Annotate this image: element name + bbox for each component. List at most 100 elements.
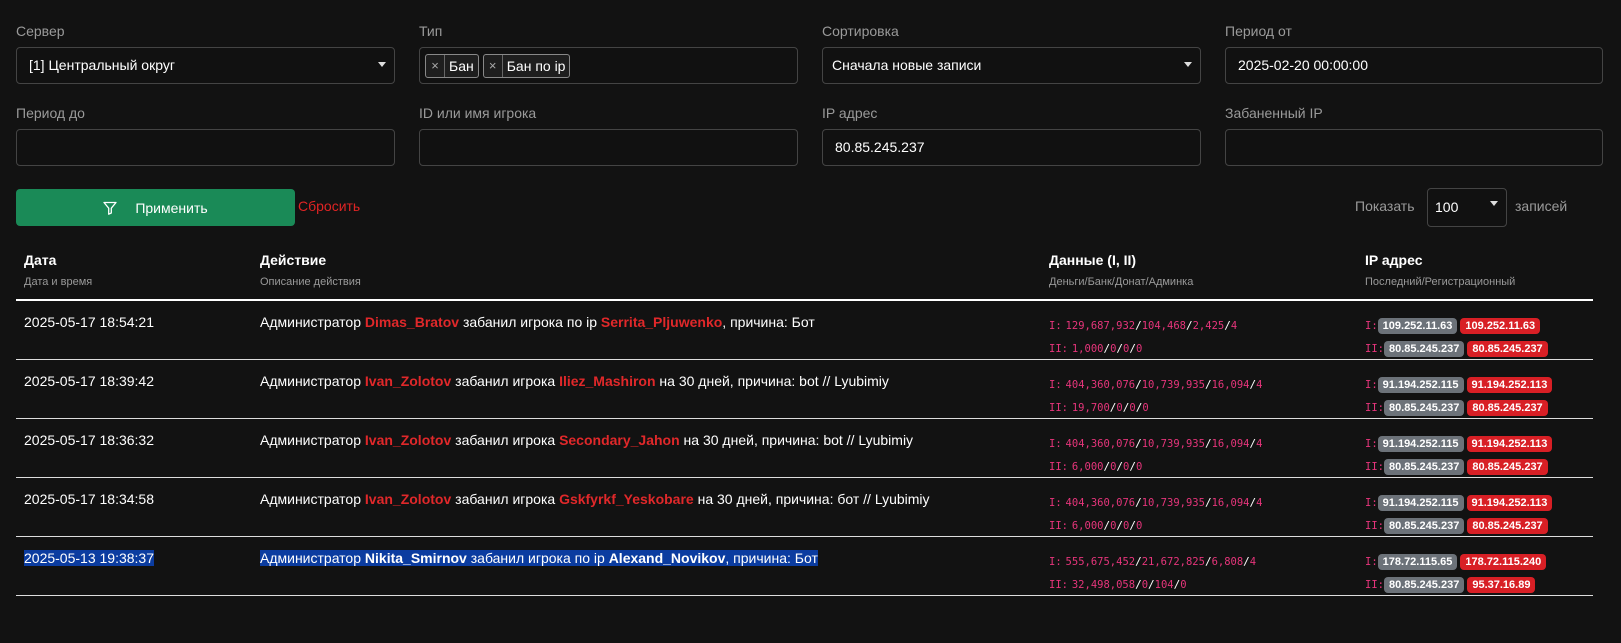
- admin-name[interactable]: Dimas_Bratov: [365, 314, 459, 330]
- reset-link[interactable]: Сбросить: [298, 198, 360, 214]
- player-name[interactable]: Alexand_Novikov: [609, 550, 726, 566]
- table-row: 2025-05-17 18:39:42 Администратор Ivan_Z…: [16, 361, 1593, 419]
- records-label: записей: [1515, 198, 1568, 214]
- data-value: 404,360,076: [1065, 497, 1136, 509]
- ip-reg-badge[interactable]: 178.72.115.240: [1460, 554, 1547, 570]
- chevron-down-icon: [1490, 201, 1498, 206]
- period-from-input[interactable]: 2025-02-20 00:00:00: [1225, 47, 1603, 84]
- row-data: I: 404,360,076/10,739,935/16,094/4 II: 6…: [1049, 491, 1262, 537]
- row-ip: I: 109.252.11.63 109.252.11.63 II: 80.85.24…: [1365, 314, 1551, 360]
- row-date: 2025-05-17 18:39:42: [24, 373, 154, 389]
- ip-reg-badge[interactable]: 80.85.245.237: [1467, 341, 1548, 357]
- row-ip: I: 91.194.252.115 91.194.252.113 II: 80.85.…: [1365, 491, 1555, 537]
- ip-last-badge[interactable]: 91.194.252.115: [1377, 495, 1464, 511]
- row-label-second: II:: [1049, 461, 1068, 473]
- data-value: 404,360,076: [1065, 379, 1136, 391]
- banned-ip-label: Забаненный IP: [1225, 105, 1323, 121]
- filter-icon: [103, 201, 117, 215]
- ip-reg-badge[interactable]: 80.85.245.237: [1467, 400, 1548, 416]
- ip-last-badge[interactable]: 80.85.245.237: [1383, 577, 1465, 593]
- col-data-sub: Деньги/Банк/Донат/Админка: [1049, 276, 1194, 288]
- data-value: 16,094: [1211, 379, 1250, 391]
- data-value: 0: [1180, 579, 1187, 591]
- data-value: 16,094: [1211, 438, 1250, 450]
- table-row: 2025-05-17 18:54:21 Администратор Dimas_…: [16, 302, 1593, 360]
- admin-name[interactable]: Ivan_Zolotov: [365, 491, 451, 507]
- table-row: 2025-05-17 18:36:32 Администратор Ivan_Z…: [16, 420, 1593, 478]
- page-size-select[interactable]: 100: [1427, 188, 1507, 227]
- data-value: 6,808: [1211, 556, 1244, 568]
- data-value: 4: [1230, 320, 1238, 332]
- row-data: I: 404,360,076/10,739,935/16,094/4 II: 1…: [1049, 373, 1262, 419]
- row-data: I: 555,675,452/21,672,825/6,808/4 II: 32…: [1049, 550, 1256, 596]
- ip-reg-badge[interactable]: 109.252.11.63: [1460, 318, 1541, 334]
- server-select[interactable]: [1] Центральный округ: [16, 47, 395, 84]
- type-multiselect[interactable]: × Бан × Бан по ip: [419, 47, 798, 84]
- row-data: I: 404,360,076/10,739,935/16,094/4 II: 6…: [1049, 432, 1262, 478]
- data-value: 6,000: [1071, 461, 1104, 473]
- ip-label-first: I:: [1365, 497, 1378, 509]
- sort-select[interactable]: Сначала новые записи: [822, 47, 1201, 84]
- banned-ip-input[interactable]: [1225, 129, 1603, 166]
- player-input[interactable]: [419, 129, 798, 166]
- data-value: 10,739,935: [1141, 438, 1205, 450]
- data-value: 1,000: [1071, 343, 1104, 355]
- player-name[interactable]: Gskfyrkf_Yeskobare: [559, 491, 694, 507]
- row-label-second: II:: [1049, 402, 1068, 414]
- data-value: 21,672,825: [1141, 556, 1205, 568]
- admin-name[interactable]: Nikita_Smirnov: [365, 550, 467, 566]
- player-name[interactable]: Iliez_Mashiron: [559, 373, 655, 389]
- ip-input[interactable]: 80.85.245.237: [822, 129, 1201, 166]
- separator: /: [1135, 578, 1142, 591]
- ip-reg-badge[interactable]: 91.194.252.113: [1466, 377, 1553, 393]
- separator: /: [1148, 578, 1155, 591]
- ip-label-first: I:: [1365, 556, 1378, 568]
- row-date: 2025-05-13 19:38:37: [24, 550, 154, 566]
- row-label-second: II:: [1049, 520, 1068, 532]
- data-value: 6,000: [1071, 520, 1104, 532]
- data-value: 0: [1136, 343, 1143, 355]
- player-label: ID или имя игрока: [419, 105, 537, 121]
- separator: /: [1204, 555, 1212, 568]
- row-label-first: I:: [1049, 320, 1062, 332]
- col-data-header: Данные (I, II): [1049, 252, 1137, 268]
- period-to-input[interactable]: [16, 129, 395, 166]
- data-value: 4: [1256, 379, 1263, 391]
- player-name[interactable]: Serrita_Pljuwenko: [601, 314, 722, 330]
- ip-reg-badge[interactable]: 91.194.252.113: [1466, 495, 1553, 511]
- ip-reg-badge[interactable]: 80.85.245.237: [1467, 459, 1548, 475]
- ip-last-badge[interactable]: 109.252.11.63: [1377, 318, 1458, 334]
- tag-remove-icon[interactable]: ×: [426, 55, 445, 78]
- ip-last-badge[interactable]: 91.194.252.115: [1377, 436, 1464, 452]
- separator: /: [1135, 378, 1142, 391]
- ip-last-badge[interactable]: 178.72.115.65: [1377, 554, 1458, 570]
- row-ip: I: 178.72.115.65 178.72.115.240 II: 80.85.2…: [1365, 550, 1549, 596]
- ip-last-badge[interactable]: 80.85.245.237: [1383, 518, 1465, 534]
- ip-last-badge[interactable]: 80.85.245.237: [1383, 341, 1465, 357]
- col-ip-header: IP адрес: [1365, 252, 1423, 268]
- data-value: 4: [1256, 438, 1263, 450]
- period-from-label: Период от: [1225, 23, 1292, 39]
- row-date: 2025-05-17 18:34:58: [24, 491, 154, 507]
- separator: /: [1135, 496, 1142, 509]
- data-value: 404,360,076: [1065, 438, 1136, 450]
- ip-last-badge[interactable]: 80.85.245.237: [1383, 459, 1465, 475]
- admin-name[interactable]: Ivan_Zolotov: [365, 373, 451, 389]
- row-action: Администратор Nikita_Smirnov забанил игр…: [260, 550, 818, 566]
- ip-reg-badge[interactable]: 80.85.245.237: [1467, 518, 1548, 534]
- type-tag-ban-ip: × Бан по ip: [482, 54, 571, 79]
- ip-last-badge[interactable]: 91.194.252.115: [1377, 377, 1464, 393]
- data-value: 104,468: [1141, 320, 1186, 332]
- separator: /: [1204, 378, 1212, 391]
- admin-name[interactable]: Ivan_Zolotov: [365, 432, 451, 448]
- ip-reg-badge[interactable]: 91.194.252.113: [1466, 436, 1553, 452]
- show-label: Показать: [1355, 198, 1415, 214]
- ip-last-badge[interactable]: 80.85.245.237: [1383, 400, 1465, 416]
- ip-reg-badge[interactable]: 95.37.16.89: [1467, 577, 1536, 593]
- player-name[interactable]: Secondary_Jahon: [559, 432, 680, 448]
- tag-remove-icon[interactable]: ×: [484, 55, 503, 78]
- data-value: 4: [1249, 556, 1257, 568]
- apply-button[interactable]: Применить: [16, 189, 295, 226]
- ip-label-second: II:: [1365, 402, 1384, 414]
- data-value: 0: [1136, 520, 1143, 532]
